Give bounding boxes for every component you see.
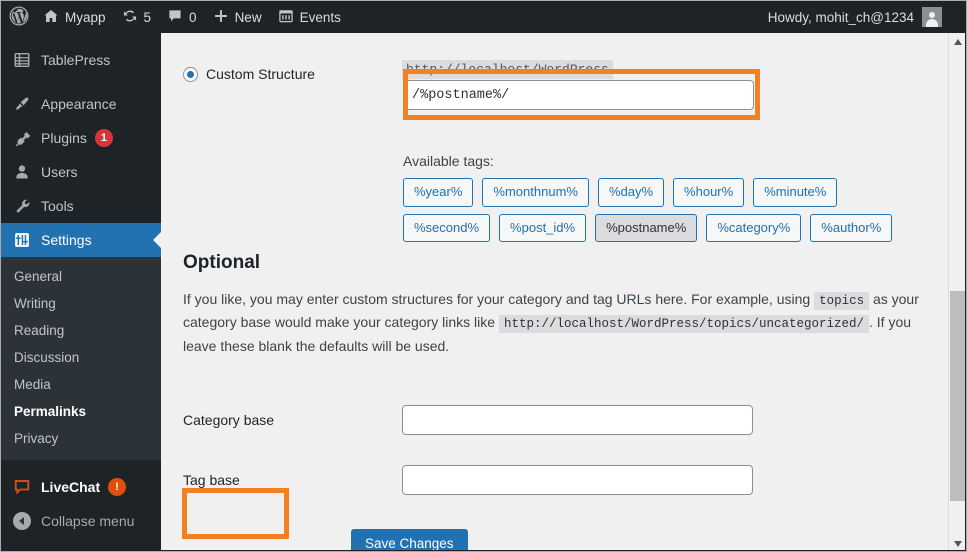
plug-icon: [12, 128, 32, 148]
sliders-icon: [12, 230, 32, 250]
optional-code-example-url: http://localhost/WordPress/topics/uncate…: [498, 315, 869, 334]
sidebar-item-label: LiveChat: [41, 479, 101, 495]
optional-text-1: If you like, you may enter custom struct…: [183, 291, 815, 307]
updates-menu[interactable]: 5: [114, 1, 160, 33]
plugins-update-badge: 1: [94, 129, 113, 147]
site-url-prefix: http://localhost/WordPress: [402, 60, 613, 79]
scrollbar-thumb[interactable]: [950, 291, 965, 501]
events-menu[interactable]: Events: [270, 1, 349, 33]
wordpress-logo-icon: [9, 6, 29, 29]
scrollbar-up-arrow[interactable]: [949, 33, 966, 50]
tag-button-author[interactable]: %author%: [810, 213, 893, 243]
sidebar-item-label: Settings: [41, 232, 92, 248]
new-content-label: New: [234, 9, 262, 25]
permalink-settings-content: Custom Structure http://localhost/WordPr…: [162, 33, 944, 551]
submenu-item-permalinks[interactable]: Permalinks: [1, 398, 161, 425]
sidebar-item-tools[interactable]: Tools: [1, 189, 161, 223]
optional-section: Optional If you like, you may enter cust…: [162, 252, 944, 357]
home-icon: [43, 8, 59, 27]
tag-button-category[interactable]: %category%: [706, 213, 802, 243]
sidebar-item-livechat[interactable]: LiveChat !: [1, 470, 161, 504]
save-changes-button[interactable]: Save Changes: [351, 529, 468, 551]
plus-icon: [213, 8, 229, 27]
update-icon: [122, 8, 138, 27]
sidebar-item-label: TablePress: [41, 52, 111, 68]
events-label: Events: [299, 9, 341, 25]
settings-submenu: General Writing Reading Discussion Media…: [1, 257, 161, 460]
wrench-icon: [12, 196, 32, 216]
wordpress-logo-menu[interactable]: [1, 1, 35, 33]
custom-structure-radio-cell[interactable]: Custom Structure: [162, 66, 382, 82]
sidebar-item-users[interactable]: Users: [1, 155, 161, 189]
sidebar-item-tablepress[interactable]: TablePress: [1, 43, 161, 77]
comments-count: 0: [189, 9, 197, 25]
custom-structure-input[interactable]: [403, 80, 754, 110]
livechat-alert-badge: !: [108, 478, 127, 496]
admin-sidebar-menu: TablePress Appearance Plugins 1 Users To…: [1, 33, 161, 551]
menu-spacer: [1, 77, 161, 87]
category-base-label: Category base: [183, 412, 275, 428]
tag-button-year[interactable]: %year%: [403, 178, 474, 207]
collapse-menu-button[interactable]: Collapse menu: [1, 504, 161, 538]
tag-base-row: Tag base: [162, 465, 944, 495]
window-bottom-edge: [1, 550, 966, 551]
sidebar-item-appearance[interactable]: Appearance: [1, 87, 161, 121]
table-icon: [12, 50, 32, 70]
sidebar-item-label: Appearance: [41, 96, 117, 112]
site-name-menu[interactable]: Myapp: [35, 1, 114, 33]
tag-button-second[interactable]: %second%: [403, 213, 491, 243]
updates-count: 5: [143, 9, 152, 25]
my-account-menu[interactable]: Howdy, mohit_ch@1234: [767, 7, 966, 27]
paintbrush-icon: [12, 94, 32, 114]
custom-structure-row: Custom Structure http://localhost/WordPr…: [162, 60, 944, 243]
sidebar-item-label: Plugins: [41, 130, 87, 146]
tag-button-day[interactable]: %day%: [597, 178, 665, 207]
sidebar-item-plugins[interactable]: Plugins 1: [1, 121, 161, 155]
custom-structure-label: Custom Structure: [206, 66, 315, 82]
menu-spacer: [1, 460, 161, 470]
category-base-input[interactable]: [402, 405, 753, 435]
window-right-edge: [965, 1, 966, 551]
avatar: [922, 7, 942, 27]
submenu-item-privacy[interactable]: Privacy: [1, 425, 161, 452]
collapse-arrow-icon: [12, 511, 32, 531]
chat-bubble-icon: [12, 477, 32, 497]
tag-button-postname[interactable]: %postname%: [595, 213, 698, 243]
tag-base-label: Tag base: [183, 472, 240, 488]
optional-description: If you like, you may enter custom struct…: [162, 288, 944, 357]
comments-menu[interactable]: 0: [159, 1, 205, 33]
comment-bubble-icon: [167, 8, 183, 27]
submenu-item-reading[interactable]: Reading: [1, 317, 161, 344]
user-icon: [12, 162, 32, 182]
new-content-menu[interactable]: New: [205, 1, 270, 33]
menu-spacer: [1, 33, 161, 43]
available-tags-label: Available tags:: [403, 153, 494, 169]
sidebar-item-label: Tools: [41, 198, 74, 214]
sidebar-item-settings[interactable]: Settings: [1, 223, 161, 257]
submenu-item-discussion[interactable]: Discussion: [1, 344, 161, 371]
howdy-label: Howdy, mohit_ch@1234: [767, 9, 914, 25]
tag-button-monthnum[interactable]: %monthnum%: [482, 178, 589, 207]
available-tags-list: %year% %monthnum% %day% %hour% %minute% …: [403, 178, 933, 243]
collapse-menu-label: Collapse menu: [41, 513, 135, 529]
browser-viewport: Myapp 5 0 New Events Howdy, mohit_ch@123…: [0, 0, 967, 552]
wp-admin-bar: Myapp 5 0 New Events Howdy, mohit_ch@123…: [1, 1, 966, 33]
custom-structure-radio[interactable]: [183, 66, 198, 82]
submenu-item-writing[interactable]: Writing: [1, 290, 161, 317]
calendar-icon: [278, 8, 294, 27]
optional-heading: Optional: [183, 252, 261, 273]
optional-code-topics: topics: [814, 292, 870, 310]
submenu-item-general[interactable]: General: [1, 263, 161, 290]
tag-button-minute[interactable]: %minute%: [753, 178, 838, 207]
tag-base-input[interactable]: [402, 465, 753, 495]
tag-button-hour[interactable]: %hour%: [673, 178, 745, 207]
sidebar-item-label: Users: [41, 164, 78, 180]
site-name-label: Myapp: [65, 9, 106, 25]
category-base-row: Category base: [162, 405, 944, 435]
tag-button-post-id[interactable]: %post_id%: [499, 213, 587, 243]
page-scrollbar[interactable]: [948, 33, 966, 551]
submenu-item-media[interactable]: Media: [1, 371, 161, 398]
